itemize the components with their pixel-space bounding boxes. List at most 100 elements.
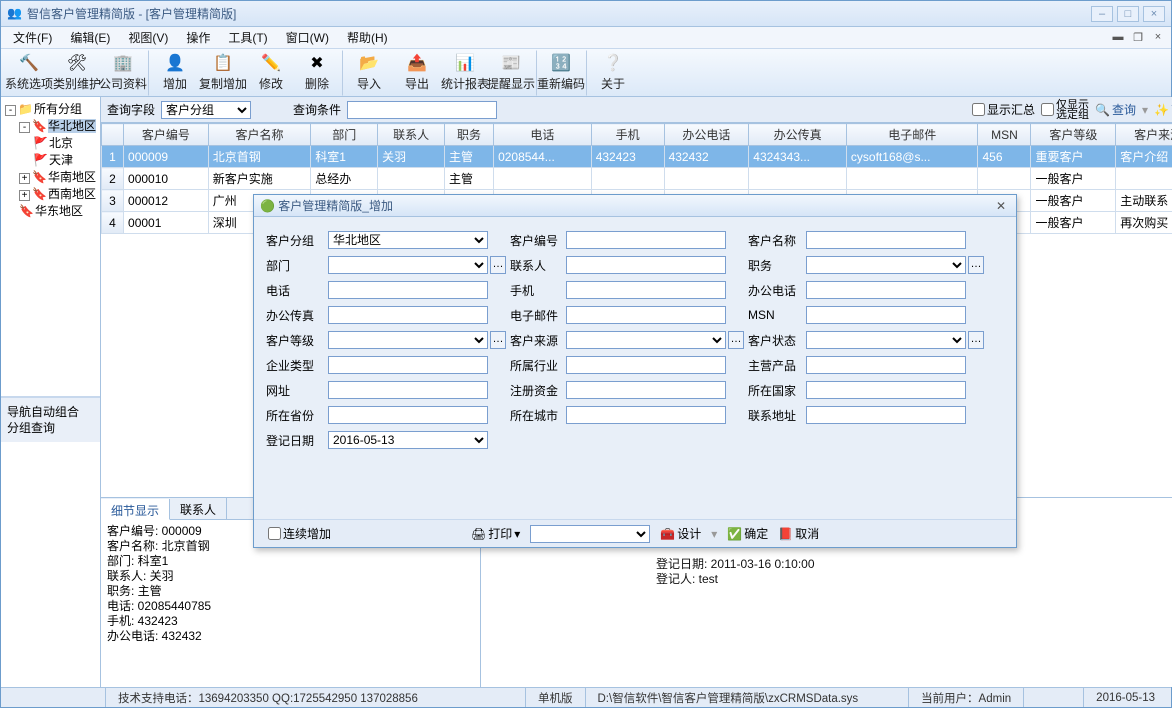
grid-header[interactable]: 办公电话 xyxy=(664,124,749,146)
grid-header[interactable]: 客户来源 xyxy=(1116,124,1172,146)
dept-more-button[interactable]: … xyxy=(490,256,506,274)
print-button[interactable]: 🖨打印 ▾ xyxy=(471,525,520,542)
tree-huanan[interactable]: +🔖华南地区 xyxy=(19,169,96,186)
grid-header[interactable]: 电子邮件 xyxy=(846,124,978,146)
tree-xinan[interactable]: +🔖西南地区 xyxy=(19,186,96,203)
field-reg-date[interactable]: 2016-05-13 xyxy=(328,431,488,449)
close-button[interactable]: × xyxy=(1143,6,1165,22)
tree-root[interactable]: -📁所有分组 -🔖华北地区 🚩北京 🚩天津 +🔖华南地区 +🔖西南地区 🔖华东 xyxy=(5,101,96,220)
field-state[interactable] xyxy=(806,331,966,349)
filter-cond-input[interactable] xyxy=(347,101,497,119)
continuous-add-checkbox[interactable]: 连续增加 xyxy=(268,525,331,542)
nav-group-query[interactable]: 分组查询 xyxy=(7,420,94,436)
grid-header[interactable] xyxy=(102,124,124,146)
tree-huabei[interactable]: -🔖华北地区 🚩北京 🚩天津 xyxy=(19,118,96,169)
field-capital[interactable] xyxy=(566,381,726,399)
expand-icon[interactable]: + xyxy=(19,173,30,184)
menu-help[interactable]: 帮助(H) xyxy=(339,27,396,48)
field-mobile[interactable] xyxy=(566,281,726,299)
show-summary-checkbox[interactable]: 显示汇总 xyxy=(972,101,1035,118)
nav-auto-group[interactable]: 导航自动组合 xyxy=(7,404,94,420)
field-contact[interactable] xyxy=(566,256,726,274)
tool-about[interactable]: ❔关于 xyxy=(589,50,637,96)
field-name[interactable] xyxy=(806,231,966,249)
menu-action[interactable]: 操作 xyxy=(178,27,218,48)
tab-detail[interactable]: 细节显示 xyxy=(101,499,170,520)
maximize-button[interactable]: □ xyxy=(1117,6,1139,22)
tool-renumber[interactable]: 🔢重新编码 xyxy=(539,50,587,96)
query-button[interactable]: 🔍查询 xyxy=(1095,101,1136,118)
expand-icon[interactable]: - xyxy=(19,122,30,133)
field-city[interactable] xyxy=(566,406,726,424)
menu-window[interactable]: 窗口(W) xyxy=(278,27,337,48)
state-more-button[interactable]: … xyxy=(968,331,984,349)
field-industry[interactable] xyxy=(566,356,726,374)
group-tree[interactable]: -📁所有分组 -🔖华北地区 🚩北京 🚩天津 +🔖华南地区 +🔖西南地区 🔖华东 xyxy=(1,97,100,397)
grid-header[interactable]: 客户编号 xyxy=(124,124,209,146)
field-address[interactable] xyxy=(806,406,966,424)
field-tel[interactable] xyxy=(328,281,488,299)
grid-header[interactable]: 部门 xyxy=(311,124,378,146)
field-level[interactable] xyxy=(328,331,488,349)
field-product[interactable] xyxy=(806,356,966,374)
field-group[interactable]: 华北地区 xyxy=(328,231,488,249)
tool-modify[interactable]: ✏️修改 xyxy=(247,50,295,96)
tree-huadong[interactable]: 🔖华东地区 xyxy=(19,203,96,220)
field-dept[interactable] xyxy=(328,256,488,274)
cancel-button[interactable]: 📕取消 xyxy=(778,525,819,542)
grid-header[interactable]: 手机 xyxy=(591,124,664,146)
field-url[interactable] xyxy=(328,381,488,399)
tree-beijing[interactable]: 🚩北京 xyxy=(33,135,96,152)
tool-stat-report[interactable]: 📊统计报表 xyxy=(441,50,489,96)
field-email[interactable] xyxy=(566,306,726,324)
field-country[interactable] xyxy=(806,381,966,399)
table-row[interactable]: 2000010新客户实施总经办主管一般客户 xyxy=(102,168,1172,190)
menu-view[interactable]: 视图(V) xyxy=(120,27,176,48)
tool-copy-add[interactable]: 📋复制增加 xyxy=(199,50,247,96)
grid-header[interactable]: 客户名称 xyxy=(208,124,311,146)
title-more-button[interactable]: … xyxy=(968,256,984,274)
tool-export[interactable]: 📤导出 xyxy=(393,50,441,96)
grid-header[interactable]: 职务 xyxy=(445,124,494,146)
tool-delete[interactable]: ✖删除 xyxy=(295,50,343,96)
grid-header[interactable]: 客户等级 xyxy=(1031,124,1116,146)
field-source[interactable] xyxy=(566,331,726,349)
table-row[interactable]: 1000009北京首钢科室1关羽主管0208544...432423432432… xyxy=(102,146,1172,168)
mdi-minimize[interactable]: ▬ xyxy=(1109,31,1127,45)
field-province[interactable] xyxy=(328,406,488,424)
only-selected-checkbox[interactable]: 仅显示 选定组 xyxy=(1041,100,1089,120)
expand-icon[interactable]: - xyxy=(5,105,16,116)
advanced-button[interactable]: ✨高级 xyxy=(1154,101,1172,118)
template-select[interactable] xyxy=(530,525,650,543)
grid-header[interactable]: 电话 xyxy=(494,124,592,146)
tool-category-maint[interactable]: 🛠类别维护 xyxy=(53,50,101,96)
mdi-restore[interactable]: ❐ xyxy=(1129,31,1147,45)
minimize-button[interactable]: – xyxy=(1091,6,1113,22)
menu-file[interactable]: 文件(F) xyxy=(5,27,60,48)
field-title[interactable] xyxy=(806,256,966,274)
field-office-tel[interactable] xyxy=(806,281,966,299)
grid-header[interactable]: MSN xyxy=(978,124,1031,146)
field-msn[interactable] xyxy=(806,306,966,324)
field-code[interactable] xyxy=(566,231,726,249)
grid-header[interactable]: 办公传真 xyxy=(749,124,847,146)
design-button[interactable]: 🧰设计 xyxy=(660,525,701,542)
tool-add[interactable]: 👤增加 xyxy=(151,50,199,96)
tree-tianjin[interactable]: 🚩天津 xyxy=(33,152,96,169)
source-more-button[interactable]: … xyxy=(728,331,744,349)
ok-button[interactable]: ✅确定 xyxy=(727,525,768,542)
tab-contact[interactable]: 联系人 xyxy=(170,498,227,519)
dialog-close-button[interactable]: ✕ xyxy=(992,199,1010,213)
mdi-close[interactable]: × xyxy=(1149,31,1167,45)
tool-import[interactable]: 📂导入 xyxy=(345,50,393,96)
field-office-fax[interactable] xyxy=(328,306,488,324)
level-more-button[interactable]: … xyxy=(490,331,506,349)
tool-company-info[interactable]: 🏢公司资料 xyxy=(101,50,149,96)
tool-remind-show[interactable]: 📰提醒显示 xyxy=(489,50,537,96)
tool-system-options[interactable]: 🔨系统选项 xyxy=(5,50,53,96)
field-enterprise-type[interactable] xyxy=(328,356,488,374)
menu-tool[interactable]: 工具(T) xyxy=(220,27,275,48)
menu-edit[interactable]: 编辑(E) xyxy=(62,27,118,48)
grid-header[interactable]: 联系人 xyxy=(378,124,445,146)
expand-icon[interactable]: + xyxy=(19,190,30,201)
